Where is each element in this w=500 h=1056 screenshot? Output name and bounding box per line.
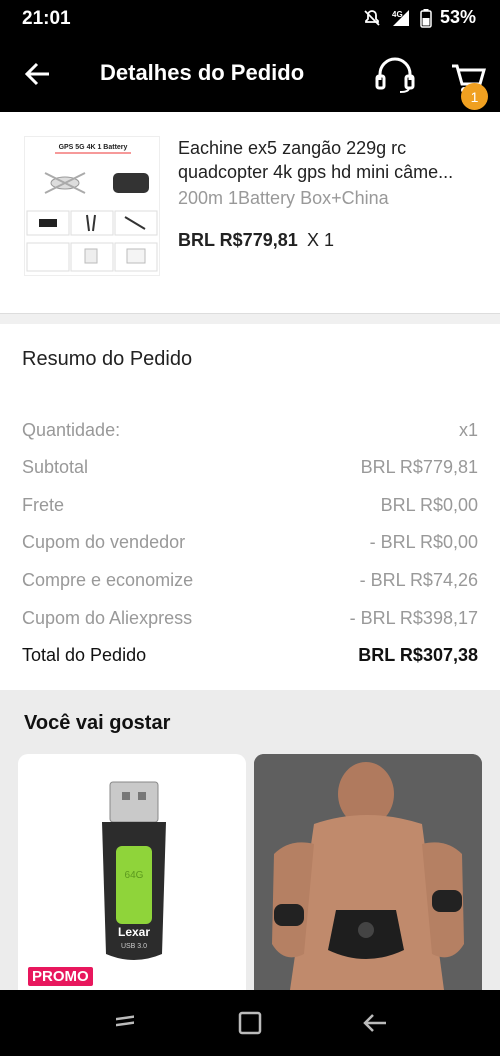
- product-card[interactable]: GPS 5G 4K 1 Battery Eachine ex5 zangão 2…: [0, 112, 500, 314]
- signal-icon: 4G: [390, 8, 412, 28]
- summary-row-subtotal: Subtotal BRL R$779,81: [22, 457, 478, 481]
- usb-drive-image: 64G Lexar USB 3.0: [102, 781, 166, 960]
- mute-icon: [362, 8, 382, 28]
- cart-count-badge: 1: [461, 83, 488, 110]
- summary-label: Frete: [22, 495, 65, 515]
- usb-sub-label: USB 3.0: [121, 943, 147, 950]
- product-title[interactable]: Eachine ex5 zangão 229g rc quadcopter 4k…: [178, 136, 478, 184]
- order-summary: Resumo do Pedido Quantidade: x1 Subtotal…: [0, 324, 500, 690]
- recommendation-card[interactable]: [254, 754, 482, 990]
- battery-percent: 53%: [439, 7, 476, 27]
- summary-label: Quantidade:: [22, 420, 121, 440]
- summary-row-quantity: Quantidade: x1: [22, 420, 478, 444]
- promo-badge: PROMO: [28, 967, 93, 986]
- total-label: Total do Pedido: [22, 645, 147, 665]
- product-price: BRL R$779,81: [178, 230, 298, 250]
- recommendations-title: Você vai gostar: [24, 712, 171, 734]
- status-bar: 21:01 4G 53%: [0, 0, 500, 36]
- usb-capacity-label: 64G: [125, 870, 144, 881]
- summary-label: Cupom do vendedor: [22, 532, 186, 552]
- summary-row-aliexpress-coupon: Cupom do Aliexpress - BRL R$398,17: [22, 608, 478, 632]
- support-button[interactable]: [372, 52, 418, 98]
- ems-trainer-image: [254, 754, 482, 990]
- home-button[interactable]: [235, 1008, 265, 1038]
- summary-value: x1: [458, 420, 478, 440]
- summary-row-seller-coupon: Cupom do vendedor - BRL R$0,00: [22, 532, 478, 556]
- system-back-button[interactable]: [360, 1008, 390, 1038]
- back-button[interactable]: [18, 54, 58, 94]
- usb-brand-label: Lexar: [118, 925, 150, 939]
- total-value: BRL R$307,38: [358, 645, 478, 665]
- back-arrow-icon: [24, 62, 49, 86]
- product-thumbnail[interactable]: GPS 5G 4K 1 Battery: [24, 136, 160, 276]
- recent-apps-icon: [116, 1015, 134, 1027]
- battery-icon: [420, 8, 432, 28]
- status-icons: 4G 53%: [362, 7, 476, 28]
- recommendation-card[interactable]: 64G Lexar USB 3.0 PROMO: [18, 754, 246, 990]
- summary-value: BRL R$779,81: [360, 457, 478, 477]
- summary-value: - BRL R$74,26: [359, 570, 478, 590]
- page-title: Detalhes do Pedido: [100, 60, 305, 85]
- status-time: 21:01: [22, 8, 71, 29]
- summary-label: Cupom do Aliexpress: [22, 608, 193, 628]
- product-quantity: X 1: [307, 230, 335, 250]
- thumb-heading: GPS 5G 4K 1 Battery: [59, 144, 128, 151]
- recommendations-section: Você vai gostar 64G Lexar USB 3.0 PROMO: [0, 690, 500, 990]
- system-nav-bar: [0, 990, 500, 1056]
- network-label: 4G: [392, 10, 403, 19]
- home-icon: [238, 1011, 262, 1035]
- summary-row-shipping: Frete BRL R$0,00: [22, 495, 478, 519]
- drone-product-image: GPS 5G 4K 1 Battery: [26, 144, 158, 272]
- recent-apps-button[interactable]: [110, 1008, 140, 1038]
- product-variant: 200m 1Battery Box+China: [178, 188, 389, 208]
- summary-row-total: Total do Pedido BRL R$307,38: [22, 645, 478, 669]
- summary-label: Compre e economize: [22, 570, 194, 590]
- summary-value: BRL R$0,00: [380, 495, 478, 515]
- app-bar: Detalhes do Pedido 1: [0, 36, 500, 112]
- summary-label: Subtotal: [22, 457, 89, 477]
- headset-icon: [375, 57, 415, 93]
- summary-value: - BRL R$0,00: [369, 532, 478, 552]
- system-back-icon: [363, 1014, 386, 1032]
- summary-row-bundle-discount: Compre e economize - BRL R$74,26: [22, 570, 478, 594]
- summary-title: Resumo do Pedido: [22, 348, 193, 370]
- summary-value: - BRL R$398,17: [349, 608, 478, 628]
